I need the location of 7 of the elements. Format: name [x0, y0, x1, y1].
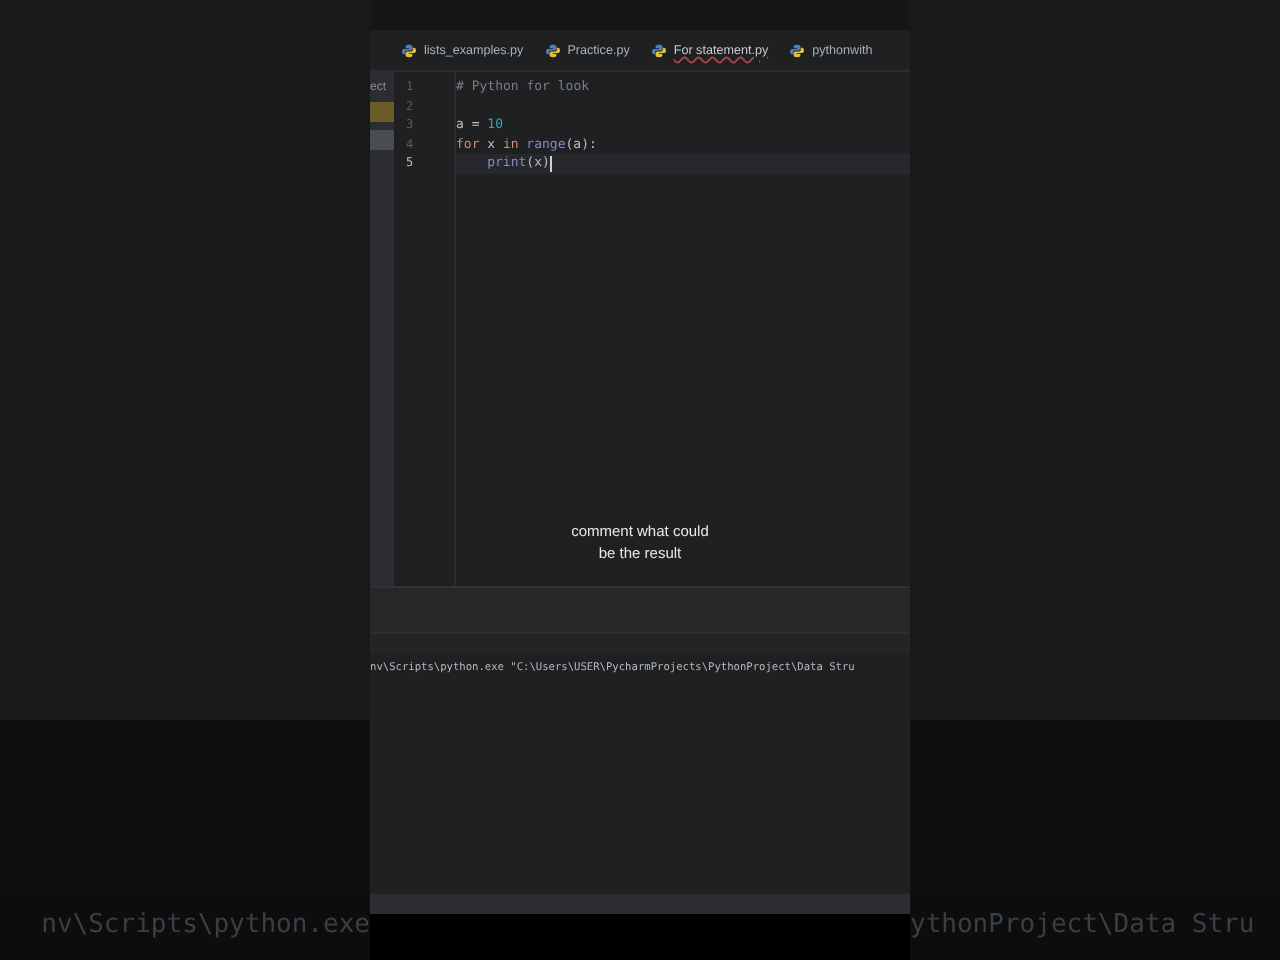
text-cursor	[549, 156, 552, 173]
python-file-icon	[545, 43, 560, 57]
python-file-icon	[651, 43, 666, 57]
python-file-icon	[402, 43, 416, 57]
panel-block	[370, 130, 394, 150]
python-file-icon	[790, 43, 805, 57]
file-highlight	[370, 102, 394, 122]
